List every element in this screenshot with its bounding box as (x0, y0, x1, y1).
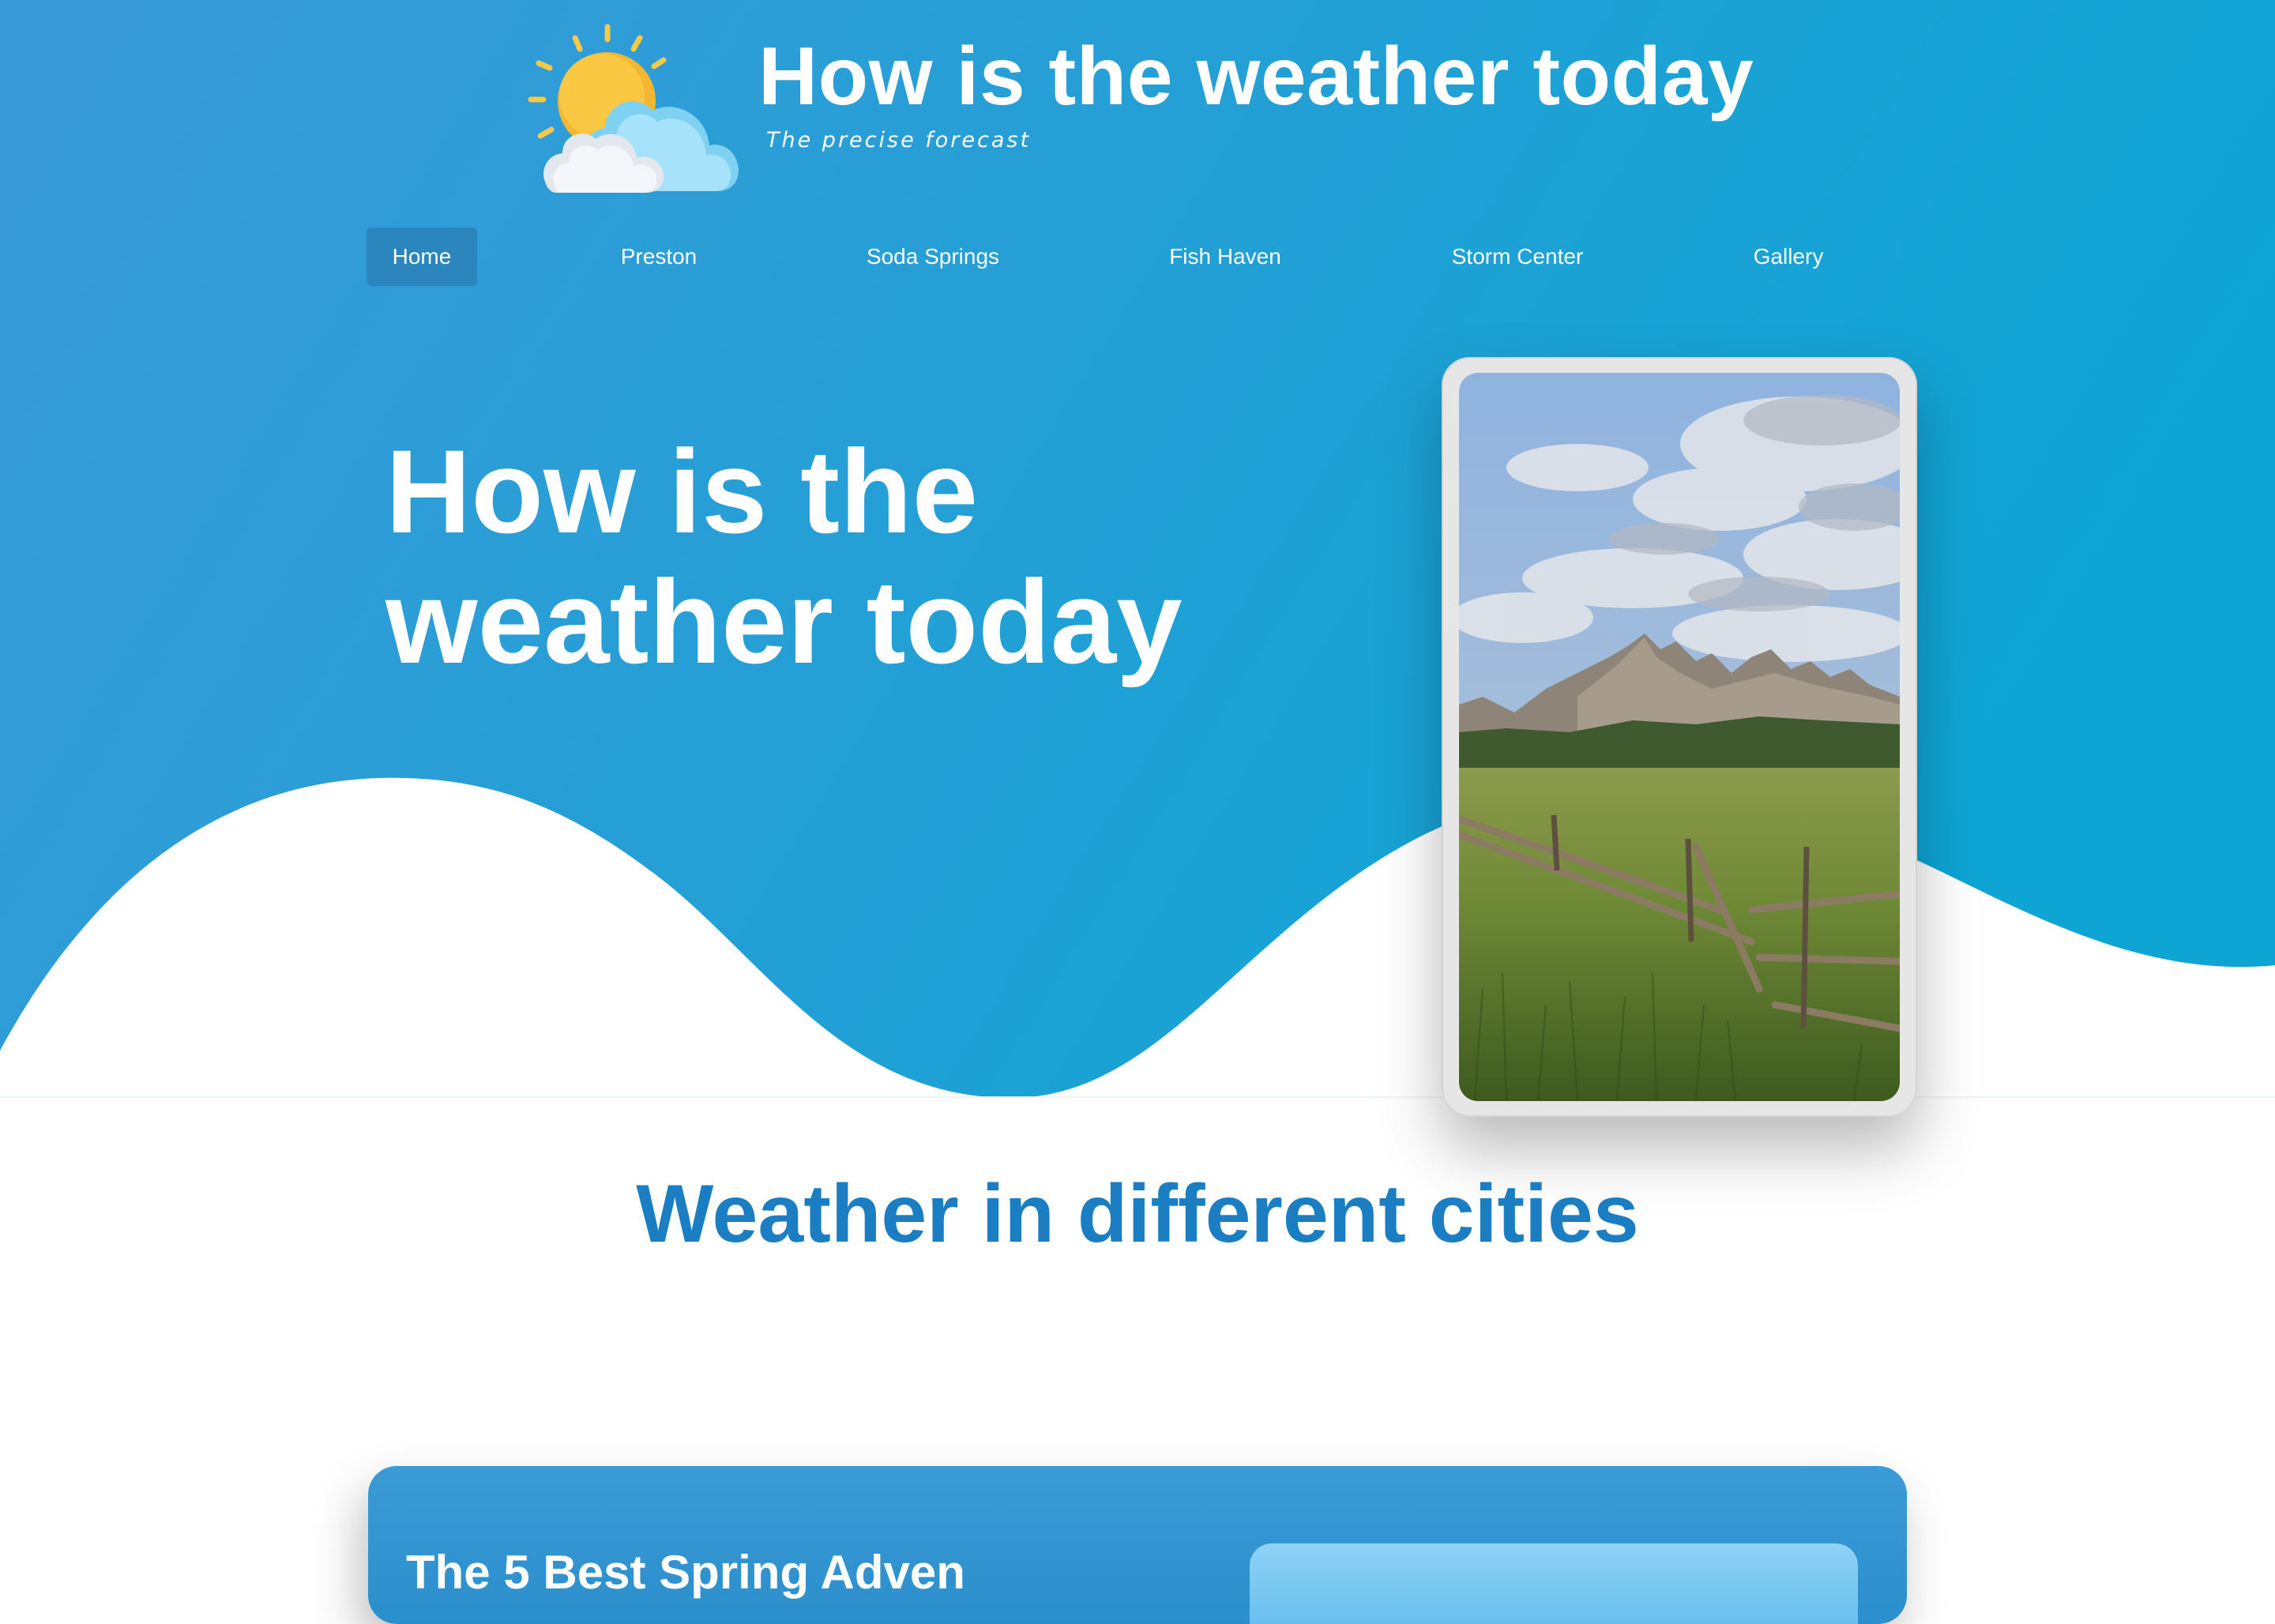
nav-item-home[interactable]: Home (367, 227, 477, 286)
site-tagline: The precise forecast (766, 128, 1032, 152)
main-nav: Home Preston Soda Springs Fish Haven Sto… (0, 227, 2275, 286)
card-heading[interactable]: The 5 Best Spring Adven (406, 1545, 965, 1600)
nav-item-storm-center[interactable]: Storm Center (1436, 227, 1599, 286)
site-header: How is the weather today The precise for… (0, 0, 2275, 213)
nav-item-soda-springs[interactable]: Soda Springs (850, 227, 1016, 286)
sun-behind-cloud-icon[interactable] (528, 22, 739, 197)
hero-heading: How is the weather today (385, 427, 1254, 687)
article-card[interactable]: The 5 Best Spring Adven (368, 1466, 1907, 1624)
section-title: Weather in different cities (636, 1168, 1639, 1260)
mountain-meadow-photo (1459, 373, 1900, 1101)
nav-item-fish-haven[interactable]: Fish Haven (1153, 227, 1297, 286)
hero-heading-line-2: weather today (385, 555, 1183, 688)
phone-mockup (1442, 357, 1917, 1117)
card-image (1250, 1543, 1858, 1624)
nav-item-gallery[interactable]: Gallery (1738, 227, 1839, 286)
nav-item-preston[interactable]: Preston (596, 227, 722, 286)
hero-heading-line-1: How is the (385, 425, 979, 558)
site-title: How is the weather today (758, 31, 1754, 122)
